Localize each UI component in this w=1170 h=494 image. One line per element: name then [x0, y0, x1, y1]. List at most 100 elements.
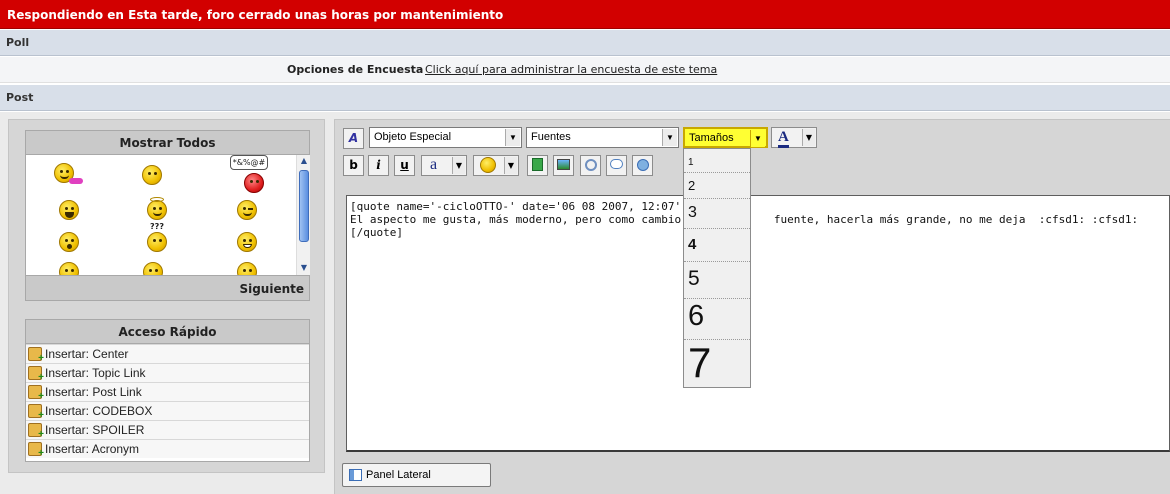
bold-button[interactable]: b: [343, 155, 364, 176]
smiley-next-button[interactable]: Siguiente: [26, 275, 309, 300]
quick-item-label: Insertar: Acronym: [45, 442, 140, 456]
smiley-icon: [480, 157, 496, 173]
font-style-letter: a: [430, 156, 438, 173]
poll-section-header: Poll: [0, 29, 1170, 56]
size-option-6[interactable]: 6: [684, 299, 750, 340]
editor-line: [/quote]: [350, 226, 403, 239]
insert-quote-icon[interactable]: [606, 155, 627, 176]
smiley-cursing-icon[interactable]: *&%@#: [230, 155, 270, 193]
quick-access-label: Acceso Rápido: [118, 325, 217, 339]
chevron-down-icon: ▼: [452, 157, 465, 174]
smiley-speech-bubble: *&%@#: [230, 155, 268, 170]
smiley-writing-icon[interactable]: [143, 262, 163, 275]
post-section-label: Post: [6, 91, 34, 104]
smiley-question-marks: ???: [150, 222, 164, 231]
bold-label: b: [349, 158, 358, 172]
smiley-shy-icon[interactable]: [142, 165, 162, 185]
poll-options-row: Opciones de Encuesta Click aquí para adm…: [0, 57, 1170, 83]
editor-line: El aspecto me gusta, más moderno, pero c…: [350, 213, 1139, 226]
quick-insert-codebox[interactable]: Insertar: CODEBOX: [26, 401, 309, 421]
chevron-down-icon: ▼: [750, 130, 765, 147]
size-option-5[interactable]: 5: [684, 262, 750, 299]
quick-insert-spoiler[interactable]: Insertar: SPOILER: [26, 420, 309, 440]
quick-item-label: Insertar: SPOILER: [45, 423, 145, 437]
insert-add-icon: [28, 366, 44, 383]
smiley-box: Mostrar Todos *&%@# ??? ▲ ▼ Siguiente: [25, 130, 310, 301]
quick-insert-topic-link[interactable]: Insertar: Topic Link: [26, 363, 309, 383]
insert-add-icon: [28, 385, 44, 402]
scroll-thumb[interactable]: [299, 170, 309, 242]
chevron-down-icon: ▼: [662, 129, 677, 146]
poll-admin-link[interactable]: Click aquí para administrar la encuesta …: [425, 63, 717, 76]
smiley-dizzy-icon[interactable]: [59, 262, 79, 275]
insert-link-icon[interactable]: [580, 155, 601, 176]
left-panel: Mostrar Todos *&%@# ??? ▲ ▼ Siguiente Ac…: [8, 119, 325, 473]
fonts-value: Fuentes: [531, 131, 571, 143]
scroll-down-arrow-icon[interactable]: ▼: [299, 263, 309, 273]
smiley-angry-icon[interactable]: [237, 262, 257, 275]
insert-add-icon: [28, 423, 44, 440]
size-option-2[interactable]: 2: [684, 173, 750, 199]
quick-insert-acronym[interactable]: Insertar: Acronym: [26, 439, 309, 459]
italic-button[interactable]: i: [368, 155, 389, 176]
chevron-down-icon: ▼: [505, 129, 520, 146]
underline-label: u: [400, 158, 409, 172]
smiley-grin-icon[interactable]: [237, 232, 257, 252]
post-section-header: Post: [0, 84, 1170, 111]
smiley-surprised-icon[interactable]: [59, 232, 79, 252]
quick-insert-post-link[interactable]: Insertar: Post Link: [26, 382, 309, 402]
insert-image-icon[interactable]: [553, 155, 574, 176]
smiley-angel-icon[interactable]: [147, 197, 167, 220]
smiley-grid: *&%@# ???: [26, 155, 296, 275]
quick-access-header: Acceso Rápido: [26, 320, 309, 344]
font-color-button[interactable]: A ▼: [771, 127, 817, 148]
special-object-select[interactable]: Objeto Especial ▼: [369, 127, 522, 148]
poll-section-label: Poll: [6, 36, 30, 49]
size-option-3[interactable]: 3: [684, 199, 750, 229]
smiley-wink-icon[interactable]: [237, 200, 257, 220]
sizes-select[interactable]: Tamaños ▼: [683, 127, 768, 148]
underline-button[interactable]: u: [394, 155, 415, 176]
side-panel-icon: [349, 469, 362, 481]
quick-item-label: Insertar: Topic Link: [45, 366, 146, 380]
side-panel-button[interactable]: Panel Lateral: [342, 463, 491, 487]
smiley-laughing-icon[interactable]: [59, 200, 79, 220]
size-option-4[interactable]: 4: [684, 229, 750, 262]
font-tools-icon[interactable]: A: [343, 128, 364, 149]
editor-line: [quote name='-cicloOTTO-' date='06 08 20…: [350, 200, 721, 213]
italic-label: i: [376, 158, 381, 172]
size-option-1[interactable]: 1: [684, 149, 750, 173]
special-object-value: Objeto Especial: [374, 131, 452, 143]
chevron-down-icon: ▼: [802, 129, 815, 146]
size-dropdown-list[interactable]: 1 2 3 4 5 6 7: [683, 148, 751, 388]
smiley-tongue-icon[interactable]: [54, 163, 83, 184]
scroll-up-arrow-icon[interactable]: ▲: [299, 156, 309, 166]
emoticon-button[interactable]: ▼: [473, 155, 519, 176]
page-title: Respondiendo en Esta tarde, foro cerrado…: [7, 8, 504, 22]
quick-item-label: Insertar: Post Link: [45, 385, 142, 399]
smiley-show-all-label: Mostrar Todos: [119, 136, 216, 150]
quick-item-label: Insertar: CODEBOX: [45, 404, 153, 418]
font-color-letter: A: [778, 129, 789, 148]
font-style-button[interactable]: a ▼: [421, 155, 467, 176]
page-title-bar: Respondiendo en Esta tarde, foro cerrado…: [0, 0, 1170, 29]
smiley-confused-icon[interactable]: ???: [145, 222, 169, 254]
smiley-show-all-header[interactable]: Mostrar Todos: [26, 131, 309, 155]
insert-media-icon[interactable]: [527, 155, 548, 176]
poll-options-label: Opciones de Encuesta: [287, 63, 424, 76]
quick-item-label: Insertar: Center: [45, 347, 129, 361]
smiley-next-label: Siguiente: [239, 282, 304, 296]
sizes-value: Tamaños: [689, 132, 734, 144]
insert-add-icon: [28, 404, 44, 421]
quick-insert-center[interactable]: Insertar: Center: [26, 344, 309, 364]
quick-access-box: Acceso Rápido Insertar: Center Insertar:…: [25, 319, 310, 462]
post-editor-textarea[interactable]: [quote name='-cicloOTTO-' date='06 08 20…: [346, 195, 1170, 452]
fonts-select[interactable]: Fuentes ▼: [526, 127, 679, 148]
smiley-scrollbar[interactable]: ▲ ▼: [296, 155, 310, 275]
insert-code-icon[interactable]: [632, 155, 653, 176]
size-option-7[interactable]: 7: [684, 340, 750, 387]
insert-add-icon: [28, 347, 44, 364]
chevron-down-icon: ▼: [504, 157, 517, 174]
side-panel-label: Panel Lateral: [366, 469, 431, 481]
insert-add-icon: [28, 442, 44, 459]
